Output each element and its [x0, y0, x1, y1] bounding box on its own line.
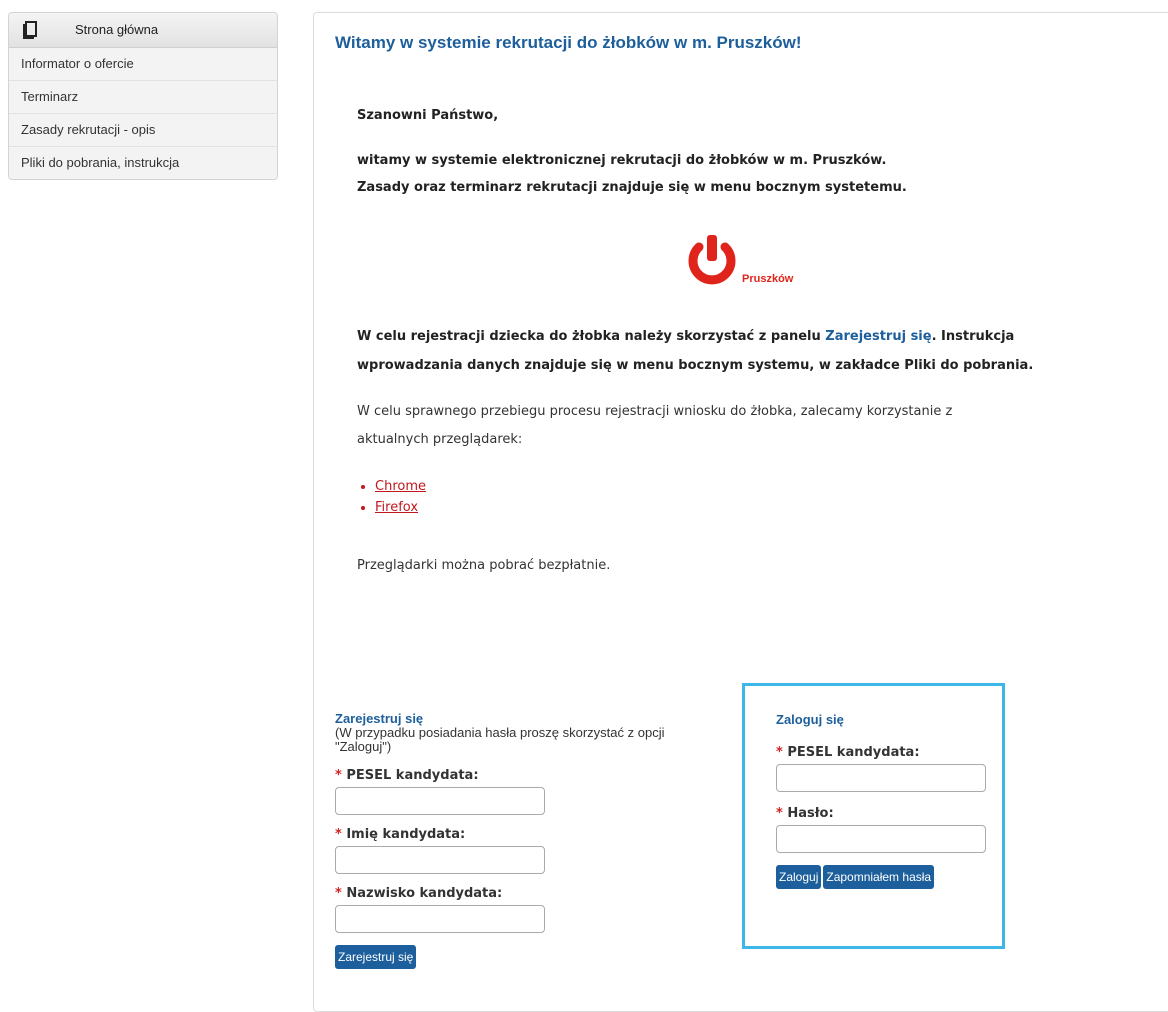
register-submit-button[interactable]: Zarejestruj się: [335, 945, 417, 969]
register-pesel-label: * PESEL kandydata:: [335, 768, 715, 783]
register-title: Zarejestruj się: [335, 711, 424, 726]
list-item: Firefox: [375, 500, 426, 515]
login-pesel-input[interactable]: [776, 764, 986, 792]
browser-list: Chrome Firefox: [357, 479, 426, 521]
intro-line-2: Zasady oraz terminarz rekrutacji znajduj…: [357, 180, 907, 195]
register-subtitle: (W przypadku posiadania hasła proszę sko…: [335, 725, 665, 754]
power-logo-icon: [688, 235, 736, 285]
register-pesel-label-text: PESEL kandydata:: [346, 768, 479, 783]
registration-info-post: . Instrukcja: [931, 329, 1015, 344]
register-form: Zarejestruj się (W przypadku posiadania …: [335, 711, 715, 969]
login-button[interactable]: Zaloguj: [776, 865, 822, 889]
registration-info-pre: W celu rejestracji dziecka do żłobka nal…: [357, 329, 826, 344]
chrome-link[interactable]: Chrome: [375, 479, 426, 494]
sidebar-item-pliki[interactable]: Pliki do pobrania, instrukcja: [9, 146, 277, 179]
sidebar-item-zasady[interactable]: Zasady rekrutacji - opis: [9, 113, 277, 146]
logo-text: Pruszków: [742, 273, 794, 285]
registration-info-line-2: wprowadzania danych znajduje się w menu …: [357, 358, 1034, 373]
browser-info-line-1: W celu sprawnego przebiegu procesu rejes…: [357, 404, 953, 419]
register-last-name-label-text: Nazwisko kandydata:: [346, 886, 503, 901]
login-box: Zaloguj się * PESEL kandydata: * Hasło: …: [742, 683, 1005, 949]
sidebar-item-terminarz[interactable]: Terminarz: [9, 80, 277, 113]
greeting-text: Szanowni Państwo,: [357, 108, 499, 123]
forgot-password-button[interactable]: Zapomniałem hasła: [823, 865, 935, 889]
firefox-link[interactable]: Firefox: [375, 500, 418, 515]
sidebar-item-home[interactable]: Strona główna: [9, 13, 277, 48]
register-first-name-input[interactable]: [335, 846, 545, 874]
login-pesel-label-text: PESEL kandydata:: [787, 745, 920, 760]
intro-line-1: witamy w systemie elektronicznej rekruta…: [357, 153, 887, 168]
required-mark: *: [776, 745, 783, 760]
register-pesel-input[interactable]: [335, 787, 545, 815]
login-password-label-text: Hasło:: [787, 806, 834, 821]
registration-info-line-1: W celu rejestracji dziecka do żłobka nal…: [357, 329, 1014, 344]
sidebar-menu: Strona główna Informator o ofercie Termi…: [8, 12, 278, 180]
register-last-name-label: * Nazwisko kandydata:: [335, 886, 715, 901]
login-pesel-label: * PESEL kandydata:: [776, 745, 986, 760]
document-icon: [23, 21, 37, 43]
register-first-name-label: * Imię kandydata:: [335, 827, 715, 842]
main-panel: Witamy w systemie rekrutacji do żłobków …: [313, 12, 1168, 1012]
sidebar-item-informator[interactable]: Informator o ofercie: [9, 48, 277, 80]
login-buttons: Zaloguj Zapomniałem hasła: [776, 865, 986, 889]
pruszkow-logo: Pruszków: [682, 233, 807, 288]
register-first-name-label-text: Imię kandydata:: [346, 827, 466, 842]
register-last-name-input[interactable]: [335, 905, 545, 933]
browser-info-line-2: aktualnych przeglądarek:: [357, 432, 523, 447]
login-title: Zaloguj się: [776, 712, 844, 727]
required-mark: *: [335, 768, 342, 783]
registration-info-link: Zarejestruj się: [825, 329, 932, 344]
page-title: Witamy w systemie rekrutacji do żłobków …: [335, 33, 802, 52]
login-password-input[interactable]: [776, 825, 986, 853]
login-password-label: * Hasło:: [776, 806, 986, 821]
list-item: Chrome: [375, 479, 426, 494]
browsers-free-text: Przeglądarki można pobrać bezpłatnie.: [357, 558, 611, 573]
required-mark: *: [335, 886, 342, 901]
sidebar-item-home-label: Strona główna: [75, 22, 159, 37]
required-mark: *: [335, 827, 342, 842]
required-mark: *: [776, 806, 783, 821]
